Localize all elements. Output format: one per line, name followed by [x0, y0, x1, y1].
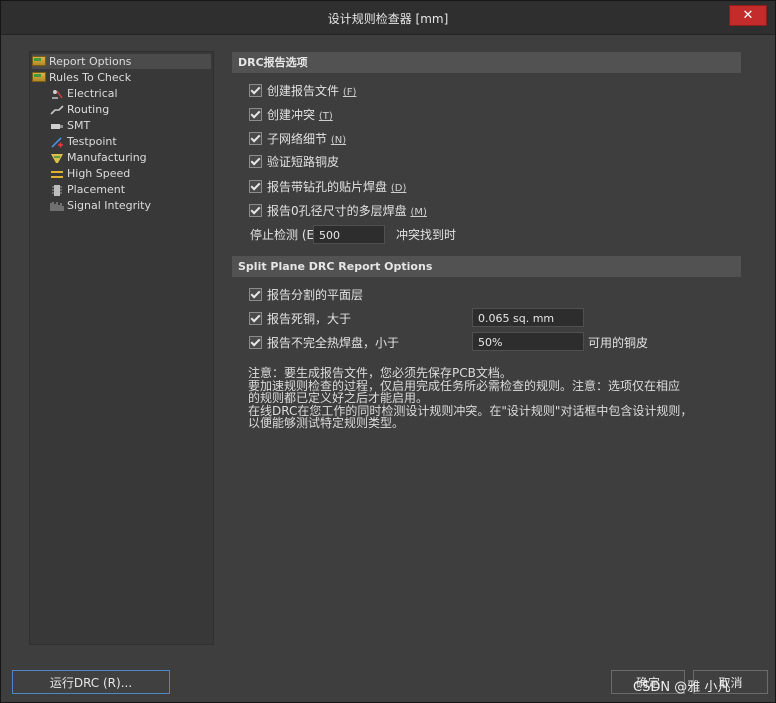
option-report-dead-copper[interactable]: 报告死铜，大于 [249, 310, 351, 328]
stop-count-input[interactable]: 500 [313, 225, 385, 244]
tree-item-report-options[interactable]: Report Options [32, 54, 211, 69]
split-plane-section-header: Split Plane DRC Report Options [232, 256, 741, 277]
electrical-icon [52, 89, 63, 99]
checkbox[interactable] [249, 180, 262, 193]
checkbox[interactable] [249, 312, 262, 325]
checkbox[interactable] [249, 132, 262, 145]
drc-section-header: DRC报告选项 [232, 52, 741, 73]
option-label: 创建冲突 [267, 108, 316, 122]
option-sub-net-details[interactable]: 子网络细节 (N) [249, 130, 346, 148]
tree-item-manufacturing[interactable]: Manufacturing [50, 150, 147, 165]
option-label: 报告不完全热焊盘，小于 [267, 336, 400, 350]
dead-copper-input[interactable]: 0.065 sq. mm [472, 308, 584, 327]
signal-integrity-icon [50, 201, 64, 211]
checkbox[interactable] [249, 204, 262, 217]
close-button[interactable]: ✕ [729, 5, 767, 26]
placement-icon [52, 184, 62, 196]
tree-item-label: Testpoint [67, 135, 117, 148]
option-shortcut: (N) [330, 135, 347, 146]
tree-item-label: Routing [67, 103, 110, 116]
option-label: 创建报告文件 [267, 84, 340, 98]
option-label: 报告0孔径尺寸的多层焊盘 [267, 204, 407, 218]
option-shortcut: (M) [410, 207, 427, 218]
option-label: 子网络细节 [267, 132, 328, 146]
tree-item-testpoint[interactable]: Testpoint [50, 134, 117, 149]
stop-label: 停止检测 (E [250, 228, 315, 242]
checkbox[interactable] [249, 336, 262, 349]
option-report-starved-thermals[interactable]: 报告不完全热焊盘，小于 [249, 334, 399, 352]
option-label: 报告分割的平面层 [267, 288, 364, 302]
checkbox[interactable] [249, 84, 262, 97]
tree-item-placement[interactable]: Placement [50, 182, 125, 197]
option-label: 验证短路铜皮 [267, 155, 340, 169]
tree-item-rules-to-check[interactable]: Rules To Check [32, 70, 131, 85]
option-shortcut: (T) [318, 111, 333, 122]
option-label: 报告带钻孔的贴片焊盘 [267, 180, 388, 194]
option-create-violations[interactable]: 创建冲突 (T) [249, 106, 333, 124]
options-tree: Report Options Rules To Check Electrical… [29, 51, 214, 645]
tree-item-label: High Speed [67, 167, 131, 180]
manufacturing-icon [51, 153, 63, 163]
smt-icon [51, 123, 63, 129]
checkbox[interactable] [249, 288, 262, 301]
option-shortcut: (F) [342, 87, 357, 98]
run-drc-button[interactable]: 运行DRC (R)... [12, 670, 170, 694]
report-options-panel: DRC报告选项 创建报告文件 (F) 创建冲突 (T) 子网络细节 (N) 验证… [218, 49, 748, 649]
tree-item-label: Manufacturing [67, 151, 147, 164]
note-line: 以便能够测试特定规则类型。 [248, 416, 405, 430]
tree-item-label: Placement [67, 183, 126, 196]
tree-item-label: Report Options [49, 55, 132, 68]
note-line: 的规则都已定义好之后才能启用。 [248, 391, 429, 405]
note-line: 注意：要生成报告文件，您必须先保存PCB文档。 [248, 366, 512, 380]
checkbox[interactable] [249, 155, 262, 168]
tree-item-smt[interactable]: SMT [50, 118, 90, 133]
routing-icon [50, 104, 64, 115]
option-label: 报告死铜，大于 [267, 312, 352, 326]
option-report-broken-planes[interactable]: 报告分割的平面层 [249, 286, 363, 304]
testpoint-icon [51, 136, 63, 148]
watermark: CSDN @雅 小凡 [633, 680, 731, 695]
tree-item-label: Rules To Check [49, 71, 132, 84]
tree-item-high-speed[interactable]: High Speed [50, 166, 130, 181]
option-shortcut: (D) [390, 183, 407, 194]
tree-item-label: Electrical [67, 87, 118, 100]
tree-item-electrical[interactable]: Electrical [50, 86, 118, 101]
tree-item-routing[interactable]: Routing [50, 102, 109, 117]
window-title: 设计规则检查器 [mm] [327, 12, 449, 26]
tree-item-label: SMT [67, 119, 91, 132]
tree-item-signal-integrity[interactable]: Signal Integrity [50, 198, 151, 213]
title-bar: 设计规则检查器 [mm] ✕ [1, 1, 775, 35]
option-create-report-file[interactable]: 创建报告文件 (F) [249, 82, 356, 100]
option-report-zero-hole-multilayer-pads[interactable]: 报告0孔径尺寸的多层焊盘 (M) [249, 202, 427, 220]
option-verify-shorting-copper[interactable]: 验证短路铜皮 [249, 153, 339, 171]
starved-thermal-suffix: 可用的铜皮 [588, 336, 649, 350]
option-report-drilled-smt-pads[interactable]: 报告带钻孔的贴片焊盘 (D) [249, 178, 406, 196]
tree-item-label: Signal Integrity [67, 199, 151, 212]
high-speed-icon [51, 170, 63, 178]
stop-suffix-label: 冲突找到时 [396, 228, 457, 242]
drc-dialog: 设计规则检查器 [mm] ✕ Report Options Rules To C… [0, 0, 776, 703]
folder-rules-icon [32, 72, 46, 82]
starved-thermal-input[interactable]: 50% [472, 332, 584, 351]
notes-text: 注意：要生成报告文件，您必须先保存PCB文档。 要加速规则检查的过程，仅启用完成… [248, 367, 748, 430]
checkbox[interactable] [249, 108, 262, 121]
folder-report-icon [32, 56, 46, 66]
